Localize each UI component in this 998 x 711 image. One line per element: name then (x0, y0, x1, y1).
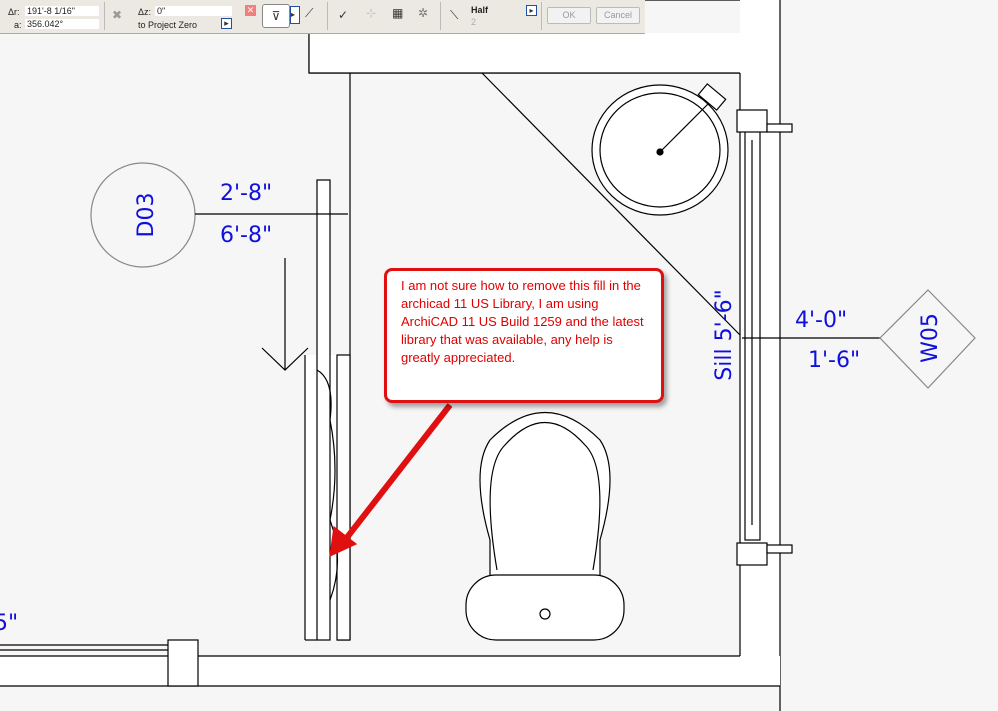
door-width-dim: 2'-8" (220, 181, 272, 206)
delta-z-field[interactable]: 0" (155, 6, 232, 16)
toilet (465, 411, 625, 641)
door-tag-label: D03 (134, 193, 159, 238)
sink (591, 83, 729, 216)
top-wall-fill (309, 33, 740, 73)
close-icon[interactable]: ✕ (245, 5, 256, 16)
reference-label: to Project Zero (138, 20, 198, 30)
window-width-dim: 4'-0" (795, 308, 847, 333)
geometry-menu-icon[interactable]: ▸ (290, 6, 300, 24)
line-tool-icon[interactable]: ⟋ (305, 6, 313, 21)
pen-label: Half (471, 5, 489, 15)
door-height-dim: 6'-8" (220, 223, 272, 248)
angle-label: a: (14, 20, 22, 30)
grid-icon[interactable]: ▦ (392, 6, 403, 20)
callout-text: I am not sure how to remove this fill in… (401, 278, 644, 365)
angle-field[interactable]: 356.042° (25, 19, 99, 29)
door-leaf (316, 179, 331, 641)
pen-icon[interactable]: ⟍ (450, 8, 458, 23)
coordinate-toolbar: Δr: 191'-8 1/16" a: 356.042° ✖ Δz: 0" to… (0, 0, 645, 34)
bottom-wall (0, 656, 780, 686)
snap-icon[interactable]: ⊹ (366, 6, 376, 20)
partial-dimension: 5" (0, 611, 18, 636)
reference-menu-icon[interactable]: ▸ (221, 18, 232, 29)
window-tag-label: W05 (918, 313, 943, 363)
magic-wand-icon[interactable]: ✲ (418, 6, 428, 20)
delta-r-label: Δr: (8, 7, 20, 17)
pen-menu-icon[interactable]: ▸ (526, 5, 537, 16)
delta-z-label: Δz: (138, 7, 152, 17)
window-sill-dim: Sill 5'-6" (712, 289, 737, 380)
callout-box: I am not sure how to remove this fill in… (384, 268, 664, 403)
ok-button[interactable]: OK (547, 7, 591, 24)
pen-number: 2 (471, 17, 477, 27)
geometry-method-icon[interactable]: ⊽ (262, 4, 290, 28)
cancel-button[interactable]: Cancel (596, 7, 640, 24)
delta-r-field[interactable]: 191'-8 1/16" (25, 6, 99, 16)
relative-coords-icon[interactable]: ✖ (112, 8, 122, 22)
window-height-dim: 1'-6" (808, 348, 860, 373)
check-icon[interactable]: ✓ (338, 8, 348, 22)
